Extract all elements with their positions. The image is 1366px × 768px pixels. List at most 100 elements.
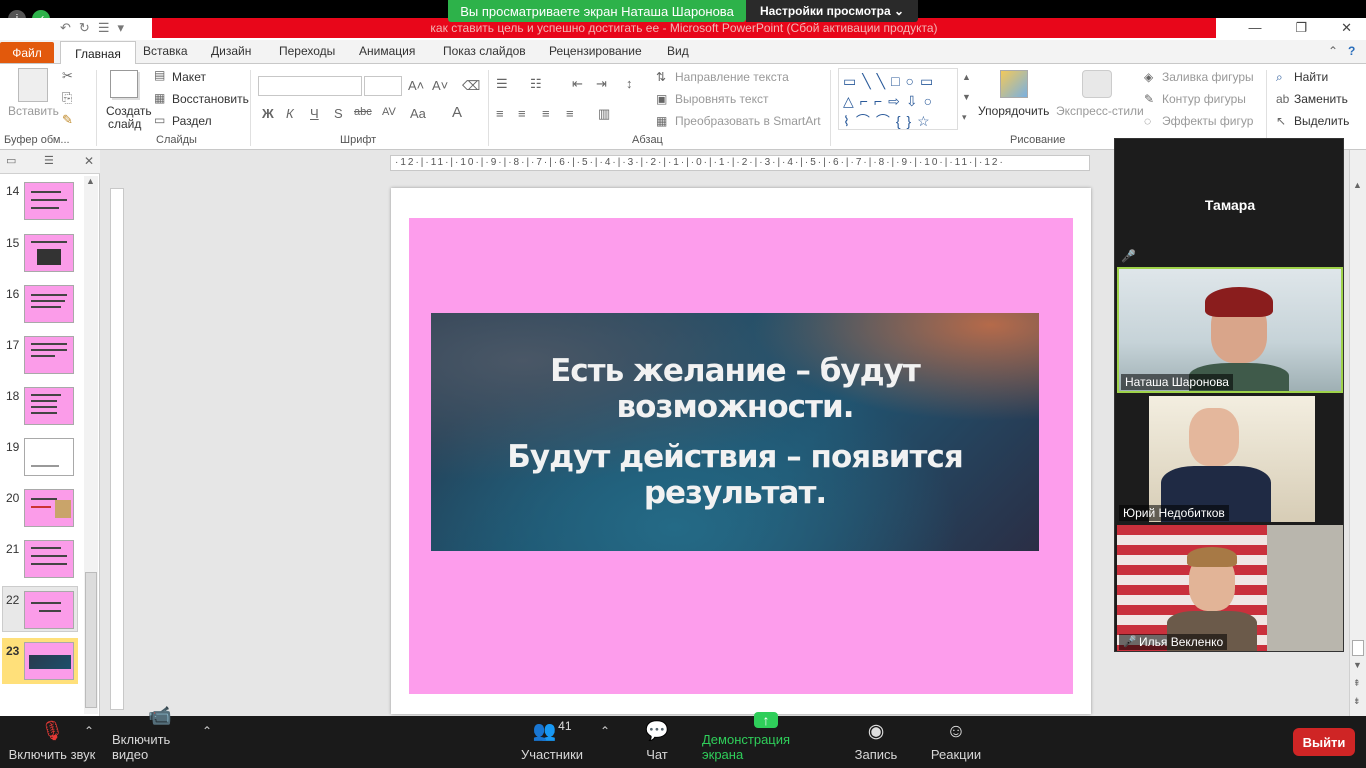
close-panel-icon[interactable]: ✕	[84, 154, 94, 168]
section-button[interactable]: Раздел	[172, 114, 212, 128]
replace-button[interactable]: Заменить	[1294, 92, 1348, 106]
outline-tab-icon[interactable]: ☰	[44, 154, 54, 167]
tab-slideshow[interactable]: Показ слайдов	[443, 44, 526, 58]
slide-thumbnail-18[interactable]	[24, 387, 74, 425]
increase-indent-icon[interactable]: ⇥	[596, 76, 607, 92]
smartart-button[interactable]: Преобразовать в SmartArt	[675, 114, 821, 128]
strikethrough-icon[interactable]: abc	[354, 106, 372, 118]
audio-options-chevron-icon[interactable]: ⌃	[84, 724, 94, 738]
unmute-button[interactable]: 🎙 Включить звук	[8, 716, 96, 768]
format-painter-icon[interactable]: ✎	[62, 112, 73, 128]
shrink-font-icon[interactable]: A˅	[432, 78, 448, 93]
italic-icon[interactable]: К	[286, 106, 294, 121]
reset-button[interactable]: Восстановить	[172, 92, 249, 106]
text-direction-button[interactable]: Направление текста	[675, 70, 789, 84]
decrease-indent-icon[interactable]: ⇤	[572, 76, 583, 92]
collapse-ribbon-icon[interactable]: ⌃	[1328, 44, 1338, 58]
close-icon[interactable]: ✕	[1341, 20, 1352, 36]
paste-button[interactable]: Вставить	[8, 104, 59, 118]
quote-image[interactable]: Есть желание – будут возможности. Будут …	[431, 313, 1039, 551]
font-size-select[interactable]	[364, 76, 402, 96]
scroll-up-icon[interactable]: ▲	[1353, 180, 1362, 190]
video-tile-ilya[interactable]: Илья Векленко 🎤	[1117, 525, 1343, 651]
font-color-icon[interactable]: A	[452, 104, 462, 121]
align-center-icon[interactable]: ≡	[518, 106, 526, 121]
paste-icon[interactable]	[18, 68, 48, 102]
case-icon[interactable]: Aa	[410, 106, 426, 121]
clear-format-icon[interactable]: ⌫	[462, 78, 480, 94]
tab-review[interactable]: Рецензирование	[549, 44, 642, 58]
cut-icon[interactable]: ✂	[62, 68, 73, 84]
shape-outline-button[interactable]: Контур фигуры	[1162, 92, 1246, 106]
grow-font-icon[interactable]: A˄	[408, 78, 424, 93]
tab-transitions[interactable]: Переходы	[279, 44, 335, 58]
video-tile-natasha[interactable]: Наташа Шаронова	[1117, 267, 1343, 393]
bullets-list-icon[interactable]: ☰	[496, 76, 508, 92]
video-tile-yuri[interactable]: Юрий Недобитков	[1117, 396, 1343, 522]
record-button[interactable]: ◉ Запись	[854, 716, 898, 768]
bold-icon[interactable]: Ж	[262, 106, 274, 121]
layout-button[interactable]: Макет	[172, 70, 206, 84]
scroll-thumb[interactable]	[85, 572, 97, 708]
view-options-button[interactable]: Настройки просмотра ⌄	[746, 0, 918, 22]
slide-thumbnail-20[interactable]	[24, 489, 74, 527]
participants-chevron-icon[interactable]: ⌃	[600, 724, 610, 738]
slide-thumbnail-23[interactable]	[24, 642, 74, 680]
share-screen-button[interactable]: ↑ Демонстрация экрана	[702, 712, 830, 768]
bullets-icon[interactable]: ☰	[98, 20, 110, 36]
scroll-thumb[interactable]	[1352, 640, 1364, 656]
prev-slide-icon[interactable]: ⇞	[1353, 678, 1361, 689]
slide-canvas[interactable]: Есть желание – будут возможности. Будут …	[391, 188, 1091, 714]
scroll-down-icon[interactable]: ▼	[1353, 660, 1362, 670]
gallery-down-icon[interactable]: ▼	[962, 92, 971, 102]
gallery-up-icon[interactable]: ▲	[962, 72, 971, 82]
leave-meeting-button[interactable]: Выйти	[1293, 728, 1355, 756]
slide-thumbnail-15[interactable]	[24, 234, 74, 272]
editor-scrollbar[interactable]: ▲ ▼ ⇞ ⇟	[1349, 150, 1366, 716]
numbered-list-icon[interactable]: ☷	[530, 76, 542, 92]
shapes-gallery[interactable]: ▭╲╲□○▭ △⌐⌐⇨⇩○ ⌇⌒⌒{}☆	[838, 68, 958, 130]
align-left-icon[interactable]: ≡	[496, 106, 504, 121]
find-button[interactable]: Найти	[1294, 70, 1328, 84]
align-text-button[interactable]: Выровнять текст	[675, 92, 768, 106]
tab-animation[interactable]: Анимация	[359, 44, 415, 58]
gallery-more-icon[interactable]: ▾	[962, 112, 967, 123]
next-slide-icon[interactable]: ⇟	[1353, 696, 1361, 707]
customize-qat-icon[interactable]: ▾	[117, 20, 124, 36]
copy-icon[interactable]: ⎘	[62, 90, 72, 106]
line-spacing-icon[interactable]: ↕	[626, 76, 633, 91]
help-icon[interactable]: ?	[1348, 44, 1355, 58]
quick-styles-button[interactable]: Экспресс-стили	[1056, 104, 1144, 118]
scroll-up-icon[interactable]: ▲	[86, 176, 95, 186]
restore-icon[interactable]: ❐	[1295, 20, 1307, 36]
underline-icon[interactable]: Ч	[310, 106, 319, 121]
slide-thumbnail-21[interactable]	[24, 540, 74, 578]
font-name-select[interactable]	[258, 76, 362, 96]
slide-thumbnail-17[interactable]	[24, 336, 74, 374]
columns-icon[interactable]: ▥	[598, 106, 610, 122]
slide-thumbnail-16[interactable]	[24, 285, 74, 323]
shape-effects-button[interactable]: Эффекты фигур	[1162, 114, 1253, 128]
arrange-button[interactable]: Упорядочить	[978, 104, 1049, 118]
new-slide-icon[interactable]	[110, 70, 138, 98]
slides-panel-scrollbar[interactable]: ▲	[84, 176, 98, 714]
start-video-button[interactable]: 📹 Включить видео	[112, 706, 208, 768]
reactions-button[interactable]: ☺ Реакции	[930, 716, 982, 768]
minimize-icon[interactable]: —	[1248, 20, 1261, 36]
align-right-icon[interactable]: ≡	[542, 106, 550, 121]
redo-icon[interactable]: ↻	[79, 20, 90, 36]
shape-fill-button[interactable]: Заливка фигуры	[1162, 70, 1254, 84]
chat-button[interactable]: 💬 Чат	[640, 716, 674, 768]
spacing-icon[interactable]: AV	[382, 106, 396, 118]
participants-button[interactable]: 👥 41 Участники	[520, 716, 584, 768]
video-options-chevron-icon[interactable]: ⌃	[202, 724, 212, 738]
shadow-icon[interactable]: S	[334, 106, 343, 121]
tab-design[interactable]: Дизайн	[211, 44, 251, 58]
tab-file[interactable]: Файл	[0, 42, 54, 63]
slides-tab-icon[interactable]: ▭	[6, 154, 16, 167]
select-button[interactable]: Выделить	[1294, 114, 1349, 128]
slide-thumbnail-14[interactable]	[24, 182, 74, 220]
slide-thumbnail-22[interactable]	[24, 591, 74, 629]
justify-icon[interactable]: ≡	[566, 106, 574, 121]
create-slide-button[interactable]: Создать	[106, 104, 152, 118]
